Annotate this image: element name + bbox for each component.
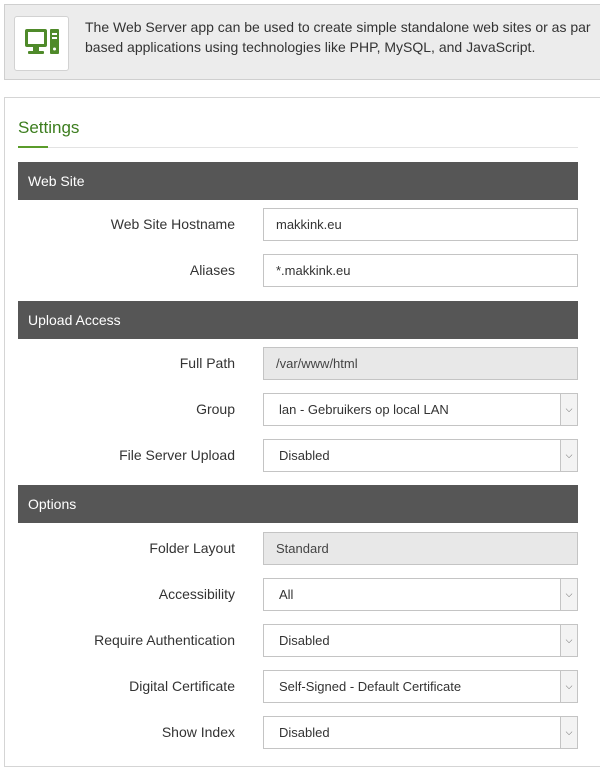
- title-accent-line: [18, 146, 48, 148]
- section-header-options: Options: [18, 485, 578, 523]
- page-title: Settings: [18, 118, 80, 137]
- aliases-label: Aliases: [189, 262, 235, 278]
- full-path-label: Full Path: [179, 355, 235, 371]
- require-auth-value: Disabled: [279, 633, 330, 648]
- title-divider: [18, 147, 578, 148]
- show-index-value: Disabled: [279, 725, 330, 740]
- chevron-down-icon[interactable]: ⌵: [560, 394, 577, 425]
- app-description-text: The Web Server app can be used to create…: [85, 19, 591, 55]
- hostname-label: Web Site Hostname: [110, 216, 235, 232]
- accessibility-select[interactable]: All ⌵: [263, 578, 578, 611]
- chevron-down-icon[interactable]: ⌵: [560, 671, 577, 702]
- digital-cert-label: Digital Certificate: [129, 678, 235, 694]
- section-header-upload-access: Upload Access: [18, 301, 578, 339]
- group-select[interactable]: lan - Gebruikers op local LAN ⌵: [263, 393, 578, 426]
- chevron-down-icon[interactable]: ⌵: [560, 579, 577, 610]
- chevron-down-icon[interactable]: ⌵: [560, 440, 577, 471]
- group-label: Group: [196, 401, 235, 417]
- group-select-value: lan - Gebruikers op local LAN: [279, 402, 449, 417]
- file-server-upload-value: Disabled: [279, 448, 330, 463]
- accessibility-label: Accessibility: [158, 586, 235, 602]
- chevron-down-icon[interactable]: ⌵: [560, 717, 577, 748]
- chevron-down-icon[interactable]: ⌵: [560, 625, 577, 656]
- digital-cert-select[interactable]: Self-Signed - Default Certificate ⌵: [263, 670, 578, 703]
- require-auth-label: Require Authentication: [94, 632, 235, 648]
- accessibility-value: All: [279, 587, 294, 602]
- app-description-banner: The Web Server app can be used to create…: [4, 4, 600, 80]
- aliases-input[interactable]: [263, 254, 578, 287]
- folder-layout-label: Folder Layout: [149, 540, 235, 556]
- show-index-label: Show Index: [161, 724, 235, 740]
- full-path-field: [263, 347, 578, 380]
- require-auth-select[interactable]: Disabled ⌵: [263, 624, 578, 657]
- file-server-upload-label: File Server Upload: [119, 447, 235, 463]
- folder-layout-field: [263, 532, 578, 565]
- show-index-select[interactable]: Disabled ⌵: [263, 716, 578, 749]
- digital-cert-value: Self-Signed - Default Certificate: [279, 679, 462, 694]
- web-server-computer-icon: [14, 16, 69, 71]
- section-header-web-site: Web Site: [18, 162, 578, 200]
- hostname-input[interactable]: [263, 208, 578, 241]
- file-server-upload-select[interactable]: Disabled ⌵: [263, 439, 578, 472]
